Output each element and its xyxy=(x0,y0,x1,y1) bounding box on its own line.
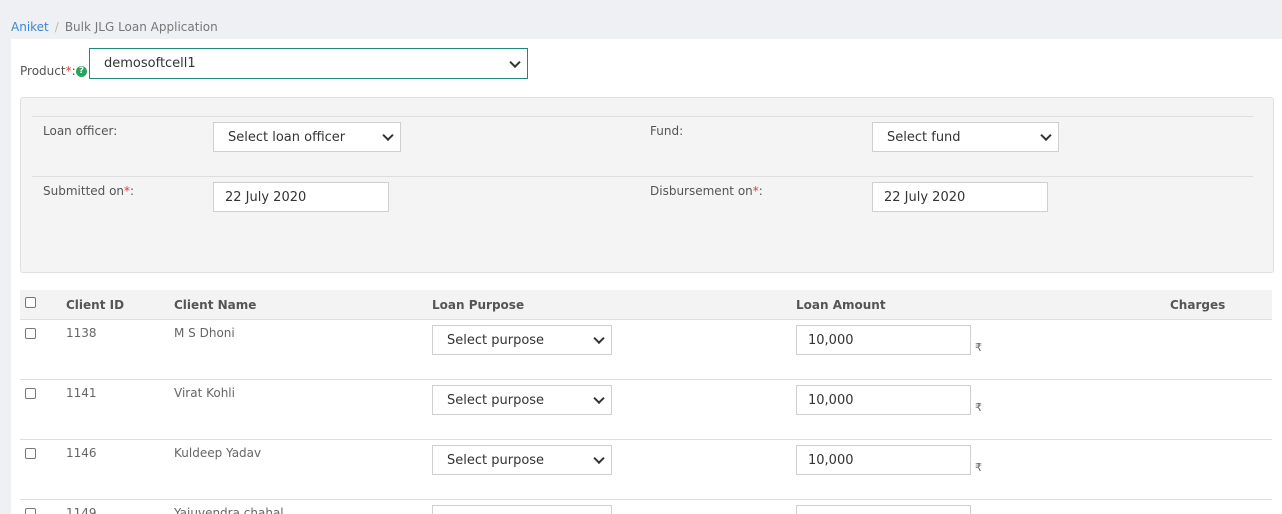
loan-purpose-value: Select purpose xyxy=(447,332,545,348)
product-label: Product*: xyxy=(20,64,76,78)
header-divider xyxy=(20,319,1272,320)
loan-purpose-value: Select purpose xyxy=(447,452,545,468)
column-header-loan-purpose: Loan Purpose xyxy=(432,298,525,312)
column-header-client-name: Client Name xyxy=(174,298,257,312)
loan-purpose-select[interactable]: Select purpose xyxy=(432,385,612,415)
divider xyxy=(32,176,1253,177)
breadcrumb-current: Bulk JLG Loan Application xyxy=(64,20,218,34)
column-header-charges: Charges xyxy=(1170,298,1226,312)
loan-details-section: Loan officer: Select loan officer Fund: … xyxy=(20,97,1274,273)
row-checkbox[interactable] xyxy=(25,508,36,514)
rupee-icon: ₹ xyxy=(975,461,982,474)
client-id: 1138 xyxy=(66,326,97,340)
disbursement-on-label: Disbursement on*: xyxy=(650,184,763,198)
loan-officer-select[interactable]: Select loan officer xyxy=(213,122,401,152)
product-select-value: demosoftcell1 xyxy=(104,56,196,71)
select-all-checkbox[interactable] xyxy=(25,297,36,308)
loan-purpose-select[interactable]: Select purpose xyxy=(432,325,612,355)
row-checkbox[interactable] xyxy=(25,388,36,399)
client-name: Yajuvendra chahal xyxy=(174,506,284,514)
client-id: 1141 xyxy=(66,386,97,400)
row-divider xyxy=(20,379,1272,380)
loan-purpose-select[interactable]: Select purpose xyxy=(432,445,612,475)
chevron-down-icon xyxy=(593,452,605,465)
main-panel: Product*: ? demosoftcell1 Loan officer: … xyxy=(11,39,1282,514)
loan-purpose-select[interactable] xyxy=(432,505,612,514)
row-checkbox[interactable] xyxy=(25,448,36,459)
loan-amount-input[interactable]: 10,000 xyxy=(796,325,971,355)
column-header-client-id: Client ID xyxy=(66,298,125,312)
submitted-on-input[interactable]: 22 July 2020 xyxy=(213,182,389,212)
column-header-loan-amount: Loan Amount xyxy=(796,298,886,312)
row-checkbox[interactable] xyxy=(25,328,36,339)
disbursement-on-input[interactable]: 22 July 2020 xyxy=(872,182,1048,212)
help-icon[interactable]: ? xyxy=(76,66,87,77)
row-divider xyxy=(20,499,1272,500)
rupee-icon: ₹ xyxy=(975,341,982,354)
client-name: Kuldeep Yadav xyxy=(174,446,262,460)
chevron-down-icon xyxy=(593,392,605,405)
client-id: 1146 xyxy=(66,446,97,460)
breadcrumb: Aniket / Bulk JLG Loan Application xyxy=(11,20,218,34)
breadcrumb-root-link[interactable]: Aniket xyxy=(11,20,49,34)
chevron-down-icon xyxy=(1040,129,1052,142)
chevron-down-icon xyxy=(509,56,521,68)
submitted-on-label: Submitted on*: xyxy=(43,184,135,198)
fund-label: Fund: xyxy=(650,124,684,138)
loan-officer-select-value: Select loan officer xyxy=(228,129,346,145)
row-divider xyxy=(20,439,1272,440)
fund-select-value: Select fund xyxy=(887,129,961,145)
client-id: 1149 xyxy=(66,506,97,514)
product-select[interactable]: demosoftcell1 xyxy=(89,48,528,79)
chevron-down-icon xyxy=(593,332,605,345)
client-name: M S Dhoni xyxy=(174,326,235,340)
loan-purpose-value: Select purpose xyxy=(447,392,545,408)
divider xyxy=(32,116,1253,117)
loan-amount-input[interactable] xyxy=(796,505,971,514)
client-name: Virat Kohli xyxy=(174,386,235,400)
breadcrumb-separator: / xyxy=(54,20,59,34)
fund-select[interactable]: Select fund xyxy=(872,122,1059,152)
chevron-down-icon xyxy=(382,129,394,142)
loan-amount-input[interactable]: 10,000 xyxy=(796,385,971,415)
loan-amount-input[interactable]: 10,000 xyxy=(796,445,971,475)
loan-officer-label: Loan officer: xyxy=(43,124,118,138)
rupee-icon: ₹ xyxy=(975,401,982,414)
